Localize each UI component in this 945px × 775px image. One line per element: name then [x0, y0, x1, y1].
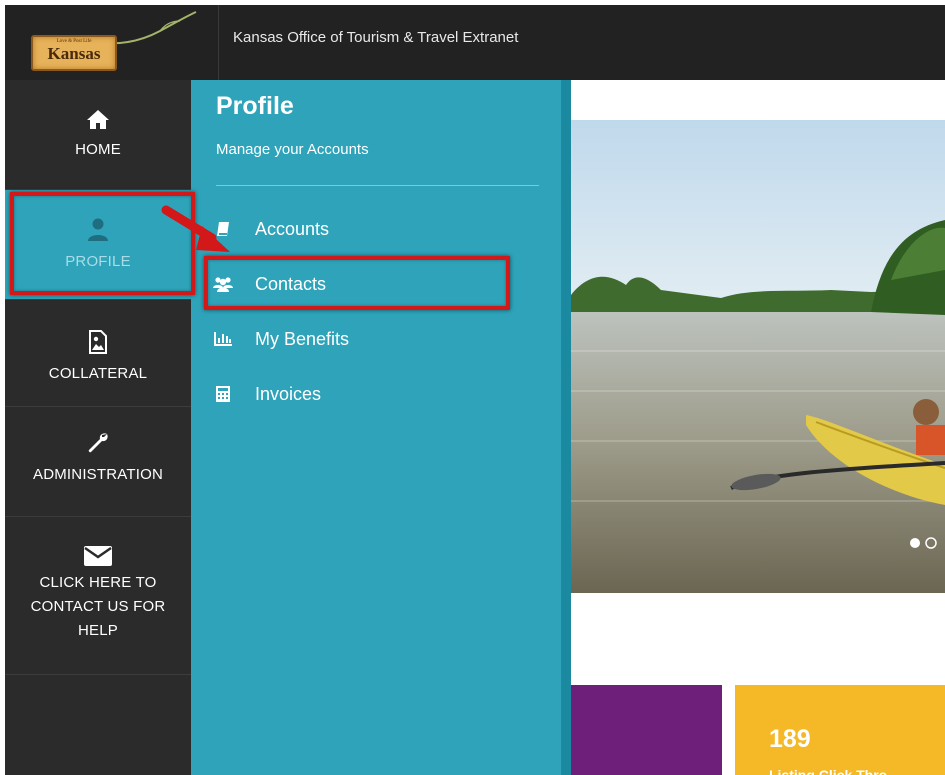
stats-tile-purple[interactable] — [571, 685, 722, 775]
sidebar-item-home[interactable]: HOME — [5, 80, 191, 190]
wrench-icon — [88, 433, 108, 453]
logo-area[interactable]: Love & Post Life Kansas — [5, 5, 219, 80]
top-bar: Love & Post Life Kansas Kansas Office of… — [5, 5, 945, 80]
kansas-logo[interactable]: Love & Post Life Kansas — [31, 35, 117, 71]
home-icon — [87, 110, 109, 129]
sidebar-item-label: COLLATERAL — [48, 365, 148, 382]
sidebar-item-label: CLICK HERE TO CONTACT US FOR HELP — [30, 574, 166, 639]
left-sidebar: HOME PROFILE COLLATERAL ADMINISTRATION C… — [5, 80, 191, 775]
panel-edge — [561, 80, 571, 775]
red-arrow-icon — [161, 205, 230, 252]
hero-carousel[interactable] — [571, 120, 945, 593]
menu-item-label: Accounts — [255, 218, 330, 239]
menu-item-my-benefits[interactable]: My Benefits — [213, 325, 349, 353]
profile-submenu-panel: Profile Manage your Accounts Accounts Co… — [191, 80, 561, 775]
sidebar-item-administration[interactable]: ADMINISTRATION — [5, 407, 191, 517]
bar-chart-icon — [213, 330, 233, 348]
logo-wordmark: Kansas — [47, 44, 101, 63]
menu-item-label: My Benefits — [255, 328, 350, 349]
divider — [216, 185, 539, 186]
main-content: 189 Listing Click Thro — [571, 80, 945, 775]
image-file-icon — [89, 330, 107, 354]
sidebar-item-label: ADMINISTRATION — [32, 466, 164, 483]
calculator-icon — [213, 385, 233, 403]
sidebar-item-collateral[interactable]: COLLATERAL — [5, 300, 191, 407]
sidebar-item-label: HOME — [75, 141, 121, 158]
site-title: Kansas Office of Tourism & Travel Extran… — [233, 29, 519, 46]
menu-item-invoices[interactable]: Invoices — [213, 380, 321, 408]
stats-tile-listing-clicks[interactable]: 189 Listing Click Thro — [735, 685, 945, 775]
panel-title: Profile — [216, 92, 294, 120]
stat-label: Listing Click Thro — [769, 767, 888, 775]
kayak-hero-image — [571, 120, 945, 593]
menu-item-label: Invoices — [255, 383, 322, 404]
stat-value: 189 — [769, 725, 811, 753]
sidebar-item-contact-help[interactable]: CLICK HERE TO CONTACT US FOR HELP — [5, 517, 191, 675]
highlight-box-contacts — [204, 256, 510, 310]
envelope-icon — [84, 546, 112, 566]
panel-subtitle: Manage your Accounts — [216, 141, 369, 158]
